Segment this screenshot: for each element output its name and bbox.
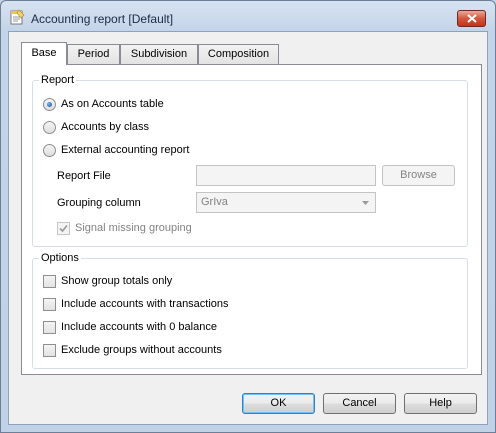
tab-subdivision[interactable]: Subdivision [120,44,198,64]
include-accounts-with-transactions-checkbox[interactable]: Include accounts with transactions [43,297,343,313]
tab-label: Period [77,48,110,60]
ok-button[interactable]: OK [242,393,315,414]
tab-label: Base [31,47,57,59]
grouping-column-label: Grouping column [57,197,141,209]
title-bar[interactable]: Accounting report [Default] [1,1,495,31]
checkbox[interactable] [43,344,56,357]
browse-button[interactable]: Browse [382,165,455,186]
close-button[interactable] [457,10,486,27]
radio-accounts-by-class[interactable]: Accounts by class [43,120,343,136]
cancel-label: Cancel [342,397,377,409]
radio-external-accounting-report[interactable]: External accounting report [43,143,343,159]
report-file-input[interactable] [196,165,376,186]
help-label: Help [429,397,452,409]
checkbox[interactable] [43,275,56,288]
options-group-title: Options [39,252,81,264]
checkbox-label: Signal missing grouping [75,222,192,234]
include-accounts-zero-balance-checkbox[interactable]: Include accounts with 0 balance [43,320,343,336]
report-file-label: Report File [57,170,111,182]
show-group-totals-checkbox[interactable]: Show group totals only [43,274,343,290]
window-title: Accounting report [Default] [31,12,174,26]
checkbox[interactable] [43,321,56,334]
checkbox-label: Exclude groups without accounts [61,344,222,356]
checkbox-label: Include accounts with transactions [61,298,229,310]
checkbox[interactable] [43,298,56,311]
options-group: Options Show group totals only Include a… [32,252,468,369]
report-group: Report As on Accounts table Accounts by … [32,74,468,247]
grouping-column-select[interactable]: GrIva [196,192,376,213]
checkbox-label: Show group totals only [61,275,173,287]
dialog-body: Base Period Subdivision Composition Repo… [8,31,488,425]
tab-label: Composition [207,48,270,60]
ok-label: OK [270,397,287,409]
chevron-down-icon [362,201,369,205]
tab-panel-base: Report As on Accounts table Accounts by … [21,64,482,375]
grouping-column-value: GrIva [201,196,228,208]
radio-button[interactable] [43,121,56,134]
signal-missing-grouping-checkbox[interactable]: Signal missing grouping [57,221,257,237]
notepad-icon [9,9,25,25]
radio-button[interactable] [43,144,56,157]
checkbox-label: Include accounts with 0 balance [61,321,217,333]
radio-as-on-accounts-table[interactable]: As on Accounts table [43,97,343,113]
checkbox[interactable] [57,222,70,235]
checkmark-icon [59,224,68,233]
radio-button[interactable] [43,98,56,111]
browse-label: Browse [400,169,437,181]
help-button[interactable]: Help [404,393,477,414]
close-icon [467,14,477,23]
cancel-button[interactable]: Cancel [323,393,396,414]
exclude-groups-without-accounts-checkbox[interactable]: Exclude groups without accounts [43,343,343,359]
radio-label: Accounts by class [61,121,150,133]
tab-composition[interactable]: Composition [198,44,279,64]
radio-label: As on Accounts table [61,98,164,110]
tab-period[interactable]: Period [67,44,120,64]
tab-base[interactable]: Base [21,42,67,65]
report-group-title: Report [39,74,77,86]
dialog-window: Accounting report [Default] Base Period … [0,0,496,433]
radio-label: External accounting report [61,144,190,156]
tab-label: Subdivision [130,48,188,60]
